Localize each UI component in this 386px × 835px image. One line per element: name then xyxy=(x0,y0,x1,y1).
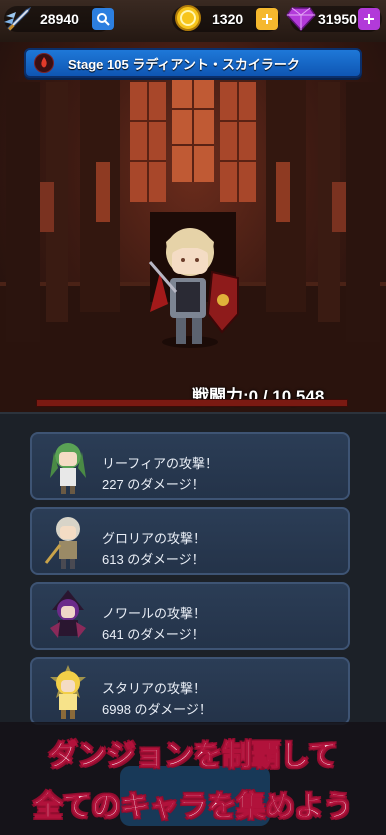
battle-log-item: スタリアの攻撃！ 6998 のダメージ！ xyxy=(30,657,350,725)
search-button[interactable] xyxy=(92,8,114,30)
plus-icon xyxy=(364,14,374,24)
stage-title: Stage 105 ラディアント・スカイラーク xyxy=(68,56,300,72)
promo-line-1: ダンジョンを制覇して xyxy=(48,738,338,773)
damage-text: 641 のダメージ！ xyxy=(102,627,205,642)
damage-text: 227 のダメージ！ xyxy=(102,477,205,492)
combat-power-counter: 28940 xyxy=(4,6,114,32)
attack-text: スタリアの攻撃！ xyxy=(102,681,207,696)
damage-text: 613 のダメージ！ xyxy=(102,552,205,567)
dungeon-background xyxy=(0,72,386,412)
gem-value: 31950 xyxy=(318,11,357,27)
top-resource-bar: 28940 1320 31950 xyxy=(0,0,386,42)
star-blonde-girl-icon xyxy=(40,663,96,721)
combat-power-bar xyxy=(36,399,348,407)
fire-orb-icon xyxy=(34,53,54,73)
battle-log-item: リーフィアの攻撃！ 227 のダメージ！ xyxy=(30,432,350,500)
damage-text: 6998 のダメージ！ xyxy=(102,702,212,717)
battle-log-item: グロリアの攻撃！ 613 のダメージ！ xyxy=(30,507,350,575)
gem-counter: 31950 xyxy=(286,6,382,32)
battle-log-panel: リーフィアの攻撃！ 227 のダメージ！ グロリアの攻撃！ 613 のダメージ！ xyxy=(0,412,386,725)
battle-scene xyxy=(0,42,386,412)
gold-counter: 1320 xyxy=(172,4,280,32)
add-gem-button[interactable] xyxy=(358,8,380,30)
plus-icon xyxy=(262,14,272,24)
promo-line-2: 全てのキャラを集めよう xyxy=(33,789,353,824)
attack-text: ノワールの攻撃！ xyxy=(102,606,207,621)
attack-text: グロリアの攻撃！ xyxy=(102,531,207,546)
add-gold-button[interactable] xyxy=(256,8,278,30)
gold-coin-icon xyxy=(174,4,202,32)
attack-text: リーフィアの攻撃！ xyxy=(102,456,218,471)
sword-wing-icon xyxy=(2,2,36,36)
silver-knight-girl-icon xyxy=(40,513,96,571)
dark-witch-girl-icon xyxy=(40,588,96,646)
gold-value: 1320 xyxy=(212,11,244,27)
stage-banner: Stage 105 ラディアント・スカイラーク xyxy=(24,48,362,78)
search-icon xyxy=(97,13,110,26)
green-haired-girl-icon xyxy=(40,438,96,496)
combat-power-value: 28940 xyxy=(40,11,79,27)
gem-icon xyxy=(286,4,316,32)
battle-log-item: ノワールの攻撃！ 641 のダメージ！ xyxy=(30,582,350,650)
